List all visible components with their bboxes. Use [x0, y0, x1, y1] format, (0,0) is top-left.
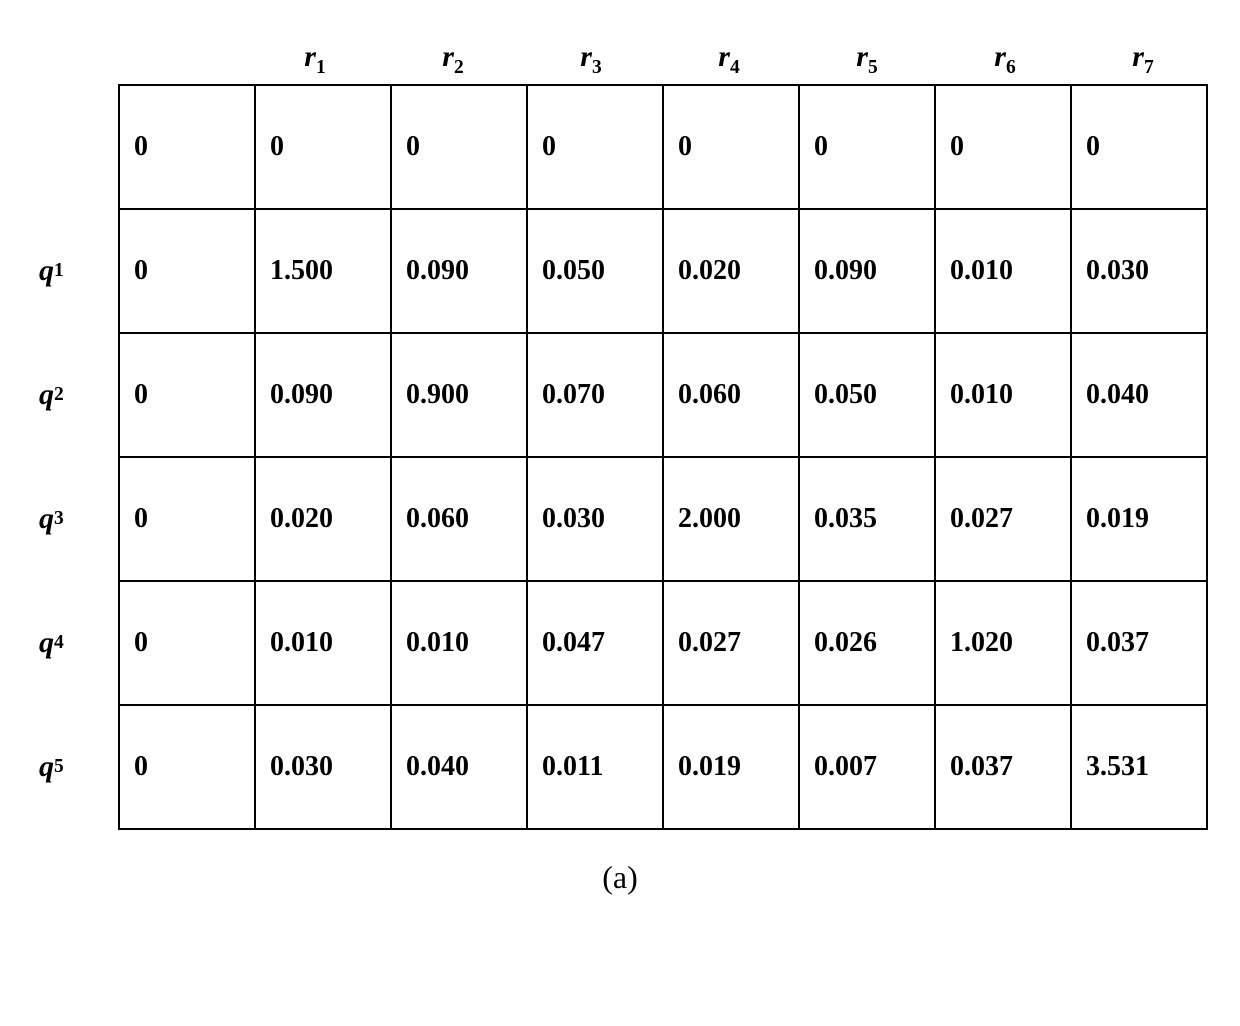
cell: 0.030	[1070, 208, 1208, 334]
cell: 0.050	[798, 332, 936, 458]
cell: 0.027	[662, 580, 800, 706]
cell: 0.020	[254, 456, 392, 582]
cell: 0	[798, 84, 936, 210]
col-header-r2: r2	[384, 40, 522, 79]
column-headers: r1 r2 r3 r4 r5 r6 r7	[108, 40, 1212, 79]
cell: 0.090	[254, 332, 392, 458]
cell: 0	[934, 84, 1072, 210]
cell: 1.020	[934, 580, 1072, 706]
cell: 0	[390, 84, 528, 210]
cell: 0.050	[526, 208, 664, 334]
cell: 0.035	[798, 456, 936, 582]
cell: 0.007	[798, 704, 936, 830]
cell: 0.040	[1070, 332, 1208, 458]
cell: 0.037	[934, 704, 1072, 830]
cell: 0.027	[934, 456, 1072, 582]
cell: 0.030	[254, 704, 392, 830]
cell: 1.500	[254, 208, 392, 334]
cell: 0	[662, 84, 800, 210]
cell: 0.010	[390, 580, 528, 706]
table-row: q3 0 0.020 0.060 0.030 2.000 0.035 0.027…	[33, 457, 1207, 581]
table-row: q4 0 0.010 0.010 0.047 0.027 0.026 1.020…	[33, 581, 1207, 705]
cell: 0	[118, 704, 256, 830]
cell: 0	[118, 580, 256, 706]
row-label-q3: q3	[33, 457, 119, 581]
col-header-r1: r1	[246, 40, 384, 79]
cell: 0.020	[662, 208, 800, 334]
row-label-q1: q1	[33, 209, 119, 333]
col-header-r6: r6	[936, 40, 1074, 79]
col-header-r4: r4	[660, 40, 798, 79]
cell: 0.037	[1070, 580, 1208, 706]
cell: 0.090	[798, 208, 936, 334]
col-header-r7: r7	[1074, 40, 1212, 79]
cell: 0.060	[390, 456, 528, 582]
table-row: q1 0 1.500 0.090 0.050 0.020 0.090 0.010…	[33, 209, 1207, 333]
cell: 0	[254, 84, 392, 210]
cell: 0.070	[526, 332, 664, 458]
cell: 0.010	[934, 332, 1072, 458]
cell: 0	[118, 332, 256, 458]
cell: 0.010	[254, 580, 392, 706]
col-header-r3: r3	[522, 40, 660, 79]
cell: 0	[118, 208, 256, 334]
cell: 0.030	[526, 456, 664, 582]
cell: 0.010	[934, 208, 1072, 334]
cell: 0	[1070, 84, 1208, 210]
cell: 0.060	[662, 332, 800, 458]
row-label-q5: q5	[33, 705, 119, 829]
figure-caption: (a)	[602, 859, 638, 896]
row-label-q2: q2	[33, 333, 119, 457]
table-row: 0 0 0 0 0 0 0 0	[33, 85, 1207, 209]
cell: 0.090	[390, 208, 528, 334]
cell: 0.019	[662, 704, 800, 830]
cell: 0.900	[390, 332, 528, 458]
table-row: q5 0 0.030 0.040 0.011 0.019 0.007 0.037…	[33, 705, 1207, 829]
table-row: q2 0 0.090 0.900 0.070 0.060 0.050 0.010…	[33, 333, 1207, 457]
row-label-q4: q4	[33, 581, 119, 705]
cell: 0.019	[1070, 456, 1208, 582]
cell: 0.040	[390, 704, 528, 830]
matrix-table: r1 r2 r3 r4 r5 r6 r7 0 0 0 0 0 0 0 0 q1 …	[40, 40, 1200, 896]
col-header-r5: r5	[798, 40, 936, 79]
cell: 0	[526, 84, 664, 210]
cell: 0.047	[526, 580, 664, 706]
header-blank	[108, 40, 246, 79]
cell: 3.531	[1070, 704, 1208, 830]
cell: 0.026	[798, 580, 936, 706]
cell: 0	[118, 84, 256, 210]
cell: 0	[118, 456, 256, 582]
cell: 2.000	[662, 456, 800, 582]
cell: 0.011	[526, 704, 664, 830]
row-label-blank	[33, 85, 119, 209]
